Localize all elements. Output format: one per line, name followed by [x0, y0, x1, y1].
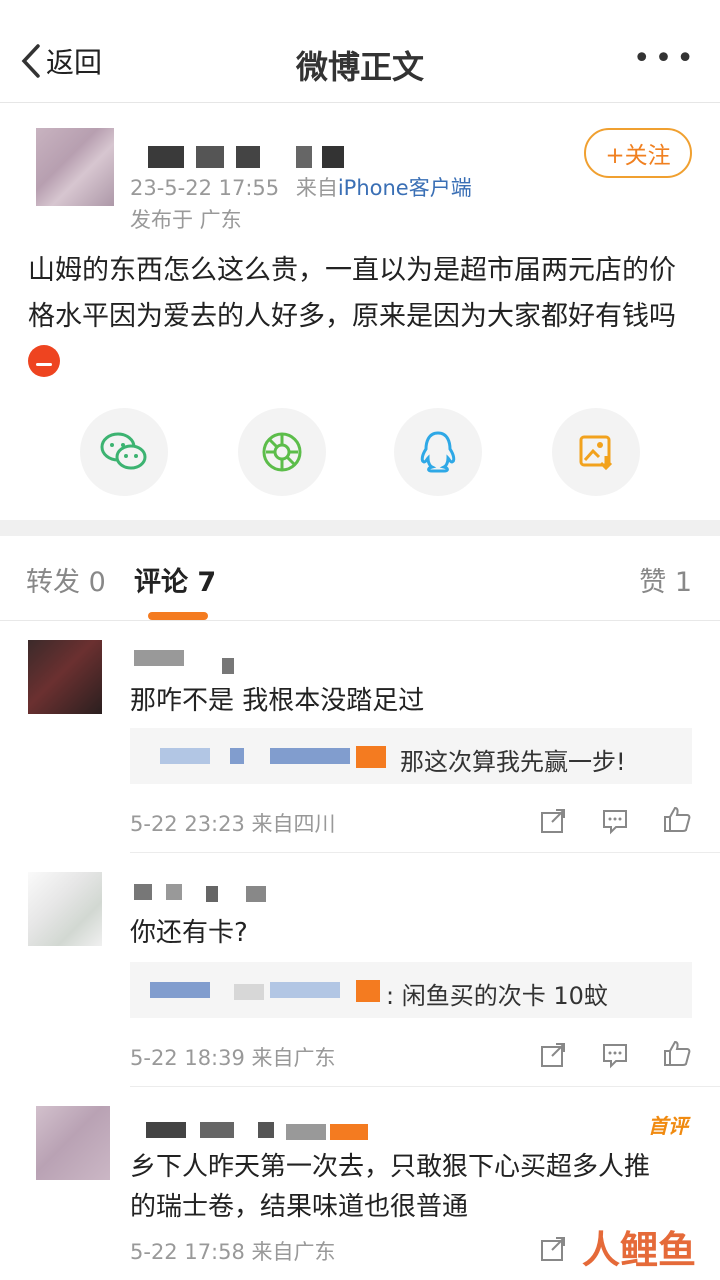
- post-source-prefix: 来自: [295, 176, 338, 200]
- angry-emoji-icon: [28, 345, 60, 377]
- share-icon: [541, 809, 565, 833]
- post-body: 山姆的东西怎么这么贵，一直以为是超市届两元店的价格水平因为爱去的人好多，原来是因…: [28, 248, 698, 386]
- reply-text: 那这次算我先赢一步!: [400, 748, 626, 776]
- active-tab-indicator: [148, 612, 208, 620]
- moments-icon: [262, 432, 302, 472]
- comment-text: 那咋不是 我根本没踏足过: [130, 686, 425, 716]
- post-location: 发布于 广东: [130, 208, 242, 232]
- page-title: 微博正文: [295, 48, 424, 86]
- section-gap: [0, 520, 720, 536]
- post-text: 山姆的东西怎么这么贵，一直以为是超市届两元店的价格水平因为爱去的人好多，原来是因…: [28, 255, 676, 332]
- save-image-icon: [579, 435, 613, 471]
- commenter-avatar[interactable]: [36, 1106, 110, 1180]
- comment-text-line-2: 的瑞士卷，结果味道也很普通: [130, 1192, 469, 1222]
- like-comment-button[interactable]: [660, 1036, 694, 1070]
- tab-repost[interactable]: 转发 0: [26, 560, 106, 599]
- first-comment-badge: 首评: [648, 1114, 688, 1138]
- comment-meta: 5-22 23:23 来自四川: [130, 812, 336, 836]
- repost-comment-button[interactable]: [536, 1038, 570, 1072]
- top-nav-bar: 返回 微博正文 •••: [0, 0, 720, 103]
- watermark-logo: 人鲤鱼: [581, 1228, 696, 1272]
- follow-button[interactable]: +关注: [584, 128, 692, 178]
- comment-divider: [130, 1086, 720, 1087]
- comment-meta: 5-22 18:39 来自广东: [130, 1046, 336, 1070]
- reply-preview[interactable]: : 闲鱼买的次卡 10蚊: [130, 962, 692, 1018]
- share-moments-button[interactable]: [238, 408, 326, 496]
- repost-comment-button[interactable]: [536, 804, 570, 838]
- commenter-avatar[interactable]: [28, 640, 102, 714]
- reply-preview[interactable]: 那这次算我先赢一步!: [130, 728, 692, 784]
- post-meta: 23-5-22 17:55 来自iPhone客户端: [130, 172, 472, 202]
- share-row: [0, 408, 720, 496]
- qq-icon: [420, 431, 456, 473]
- tab-comments[interactable]: 评论 7: [134, 560, 216, 599]
- reply-text: : 闲鱼买的次卡 10蚊: [386, 982, 608, 1010]
- tab-divider: [0, 620, 720, 621]
- save-image-button[interactable]: [552, 408, 640, 496]
- wechat-icon: [100, 432, 147, 470]
- comment-icon: [603, 1044, 627, 1069]
- like-comment-button[interactable]: [660, 802, 694, 836]
- reply-comment-button[interactable]: [598, 804, 632, 838]
- share-icon: [541, 1043, 565, 1067]
- share-qq-button[interactable]: [394, 408, 482, 496]
- share-wechat-button[interactable]: [80, 408, 168, 496]
- comment-icon: [603, 810, 627, 835]
- post-time: 23-5-22 17:55: [130, 176, 280, 200]
- comment-meta: 5-22 17:58 来自广东: [130, 1240, 336, 1264]
- reply-comment-button[interactable]: [598, 1038, 632, 1072]
- author-avatar[interactable]: [36, 128, 114, 206]
- repost-comment-button[interactable]: [536, 1232, 570, 1266]
- post-source-link[interactable]: iPhone客户端: [338, 176, 472, 200]
- comment-divider: [130, 852, 720, 853]
- comment-text: 你还有卡?: [130, 918, 248, 948]
- thumbs-up-icon: [664, 806, 691, 832]
- commenter-avatar[interactable]: [28, 872, 102, 946]
- more-options-icon[interactable]: •••: [633, 44, 698, 74]
- thumbs-up-icon: [664, 1040, 691, 1066]
- tab-likes[interactable]: 赞 1: [639, 560, 692, 599]
- comment-text-line-1: 乡下人昨天第一次去，只敢狠下心买超多人推: [130, 1152, 651, 1182]
- share-icon: [541, 1237, 565, 1261]
